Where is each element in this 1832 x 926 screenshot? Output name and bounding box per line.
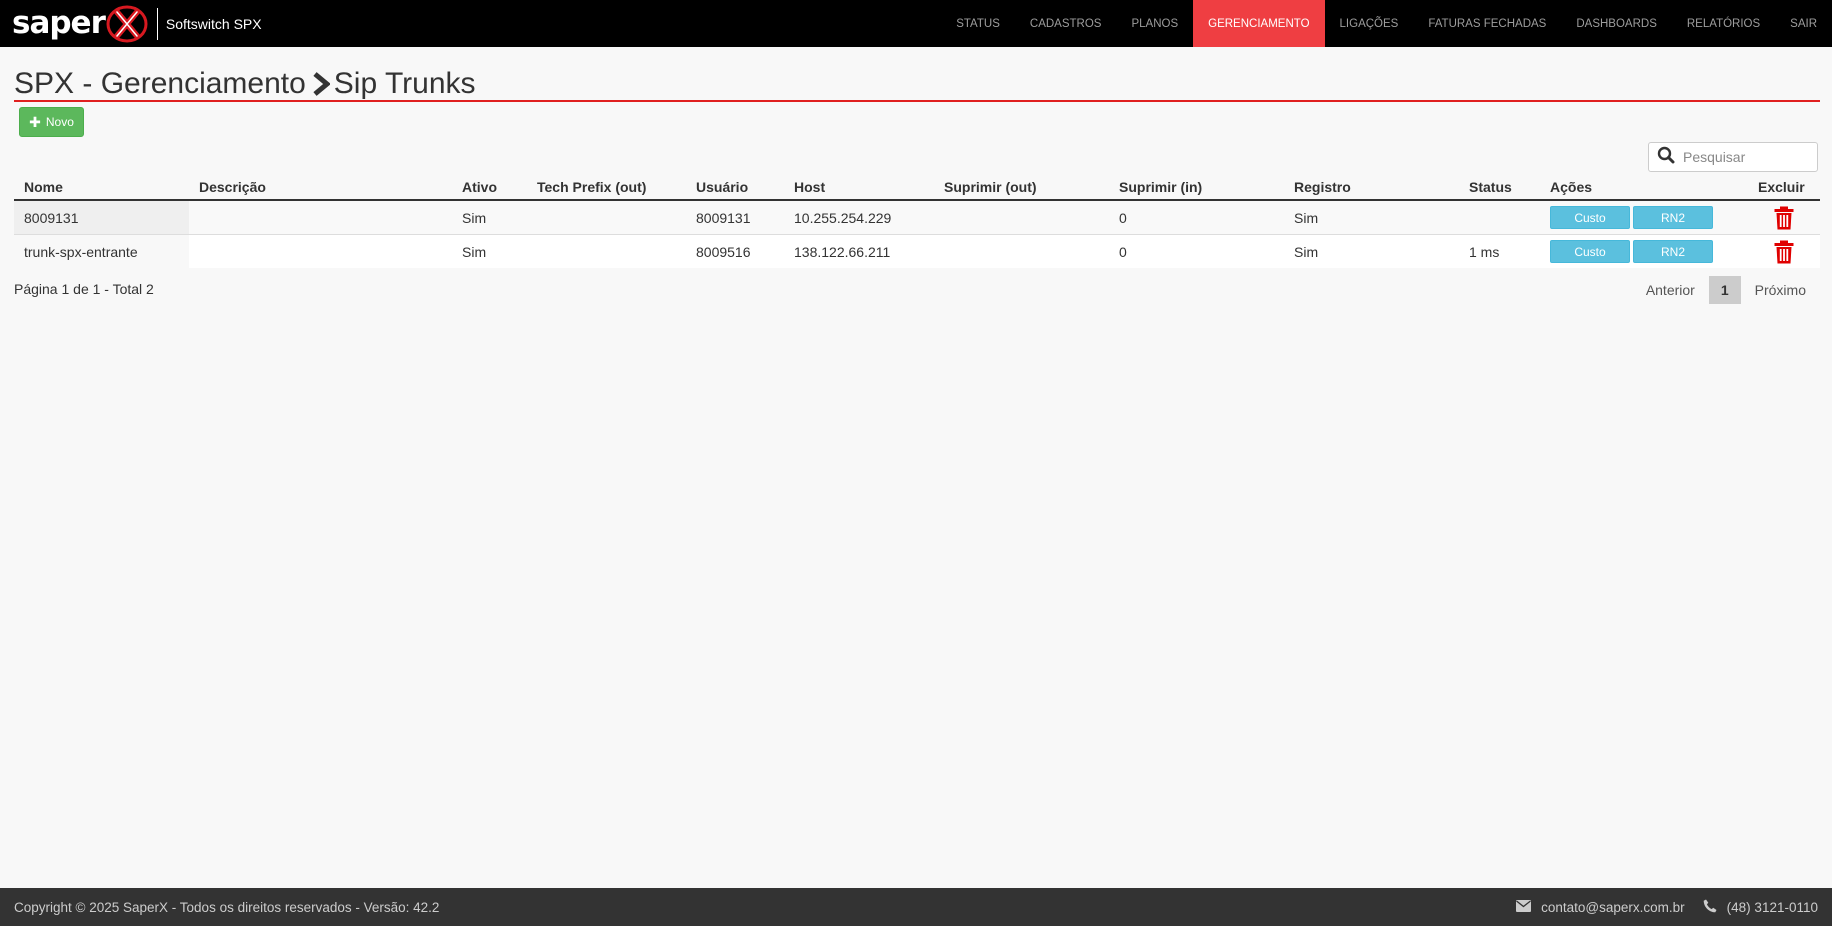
rn2-button[interactable]: RN2 [1633,240,1713,263]
pagination-prev[interactable]: Anterior [1632,276,1709,304]
plus-icon: ✚ [29,113,41,130]
col-descricao[interactable]: Descrição [189,175,452,201]
cell-suprimir-out [934,200,1109,235]
cell-suprimir-in: 0 [1109,234,1284,268]
cell-tech-prefix [527,234,686,268]
cell-tech-prefix [527,200,686,235]
cell-status: 1 ms [1459,234,1540,268]
cell-host: 138.122.66.211 [784,234,934,268]
breadcrumb-root: SPX - Gerenciamento [14,66,306,100]
logo-text: saper [12,5,106,41]
trash-icon[interactable] [1758,206,1810,230]
pagination-next[interactable]: Próximo [1741,276,1820,304]
footer: Copyright © 2025 SaperX - Todos os direi… [0,888,1832,926]
breadcrumb-current: Sip Trunks [333,66,476,100]
page-title: SPX - Gerenciamento Sip Trunks [14,67,1820,102]
top-navbar: saper Softswitch SPX STATUS CADASTROS PL… [0,0,1832,47]
cell-nome: trunk-spx-entrante [14,234,189,268]
nav-item-cadastros[interactable]: CADASTROS [1015,0,1117,47]
table-header: Nome Descrição Ativo Tech Prefix (out) U… [14,175,1820,201]
cell-host: 10.255.254.229 [784,200,934,235]
footer-contacts: contato@saperx.com.br (48) 3121-0110 [1498,899,1818,916]
main-content: SPX - Gerenciamento Sip Trunks ✚ Novo Pe… [14,47,1820,304]
col-ativo[interactable]: Ativo [452,175,527,201]
footer-phone[interactable]: (48) 3121-0110 [1703,899,1818,916]
rn2-button[interactable]: RN2 [1633,206,1713,229]
cell-acoes: Custo RN2 [1540,234,1748,268]
new-button[interactable]: ✚ Novo [19,107,84,137]
copyright: Copyright © 2025 SaperX - Todos os direi… [14,899,440,915]
search-box[interactable] [1648,142,1818,172]
nav-item-gerenciamento[interactable]: GERENCIAMENTO [1193,0,1325,47]
col-tech-prefix[interactable]: Tech Prefix (out) [527,175,686,201]
cell-ativo: Sim [452,234,527,268]
saperx-logo[interactable]: saper [12,0,149,47]
nav-item-status[interactable]: STATUS [941,0,1015,47]
new-button-label: Novo [45,115,74,129]
cell-suprimir-out [934,234,1109,268]
nav-item-relatorios[interactable]: RELATÓRIOS [1672,0,1775,47]
cell-excluir [1748,234,1820,268]
cell-suprimir-in: 0 [1109,200,1284,235]
cell-excluir [1748,200,1820,235]
col-suprimir-out[interactable]: Suprimir (out) [934,175,1109,201]
custo-button[interactable]: Custo [1550,206,1630,229]
search-icon [1649,146,1681,169]
pagination: Anterior 1 Próximo [1632,276,1820,304]
main-nav: STATUS CADASTROS PLANOS GERENCIAMENTO LI… [941,0,1832,47]
email-text[interactable]: contato@saperx.com.br [1541,900,1685,915]
chevron-right-icon [312,71,330,96]
search-input[interactable] [1681,148,1815,166]
cell-registro: Sim [1284,234,1459,268]
nav-item-faturas-fechadas[interactable]: FATURAS FECHADAS [1413,0,1561,47]
cell-nome: 8009131 [14,200,189,235]
cell-usuario: 8009516 [686,234,784,268]
brand-separator [156,7,158,40]
col-acoes: Ações [1540,175,1748,201]
logo-x-icon [105,4,149,44]
custo-button[interactable]: Custo [1550,240,1630,263]
nav-item-ligacoes[interactable]: LIGAÇÕES [1325,0,1414,47]
cell-registro: Sim [1284,200,1459,235]
col-host[interactable]: Host [784,175,934,201]
nav-item-planos[interactable]: PLANOS [1116,0,1193,47]
col-status[interactable]: Status [1459,175,1540,201]
col-suprimir-in[interactable]: Suprimir (in) [1109,175,1284,201]
phone-text: (48) 3121-0110 [1726,899,1818,915]
cell-ativo: Sim [452,200,527,235]
col-registro[interactable]: Registro [1284,175,1459,201]
phone-icon [1703,899,1727,916]
trash-icon[interactable] [1758,240,1810,264]
cell-usuario: 8009131 [686,200,784,235]
sip-trunks-table: Nome Descrição Ativo Tech Prefix (out) U… [14,175,1820,268]
col-nome[interactable]: Nome [14,175,189,201]
cell-descricao [189,234,452,268]
pagination-current[interactable]: 1 [1708,276,1741,304]
pagination-info: Página 1 de 1 - Total 2 [14,281,154,297]
col-excluir: Excluir [1748,175,1820,201]
table-row[interactable]: trunk-spx-entrante Sim 8009516 138.122.6… [14,234,1820,268]
table-row[interactable]: 8009131 Sim 8009131 10.255.254.229 0 Sim… [14,200,1820,235]
envelope-icon [1516,899,1541,915]
app-title: Softswitch SPX [165,15,262,32]
brand[interactable]: saper Softswitch SPX [12,0,262,47]
cell-status [1459,200,1540,235]
footer-email[interactable]: contato@saperx.com.br [1516,899,1685,915]
col-usuario[interactable]: Usuário [686,175,784,201]
nav-item-sair[interactable]: SAIR [1775,0,1832,47]
cell-descricao [189,200,452,235]
nav-item-dashboards[interactable]: DASHBOARDS [1561,0,1672,47]
cell-acoes: Custo RN2 [1540,200,1748,235]
